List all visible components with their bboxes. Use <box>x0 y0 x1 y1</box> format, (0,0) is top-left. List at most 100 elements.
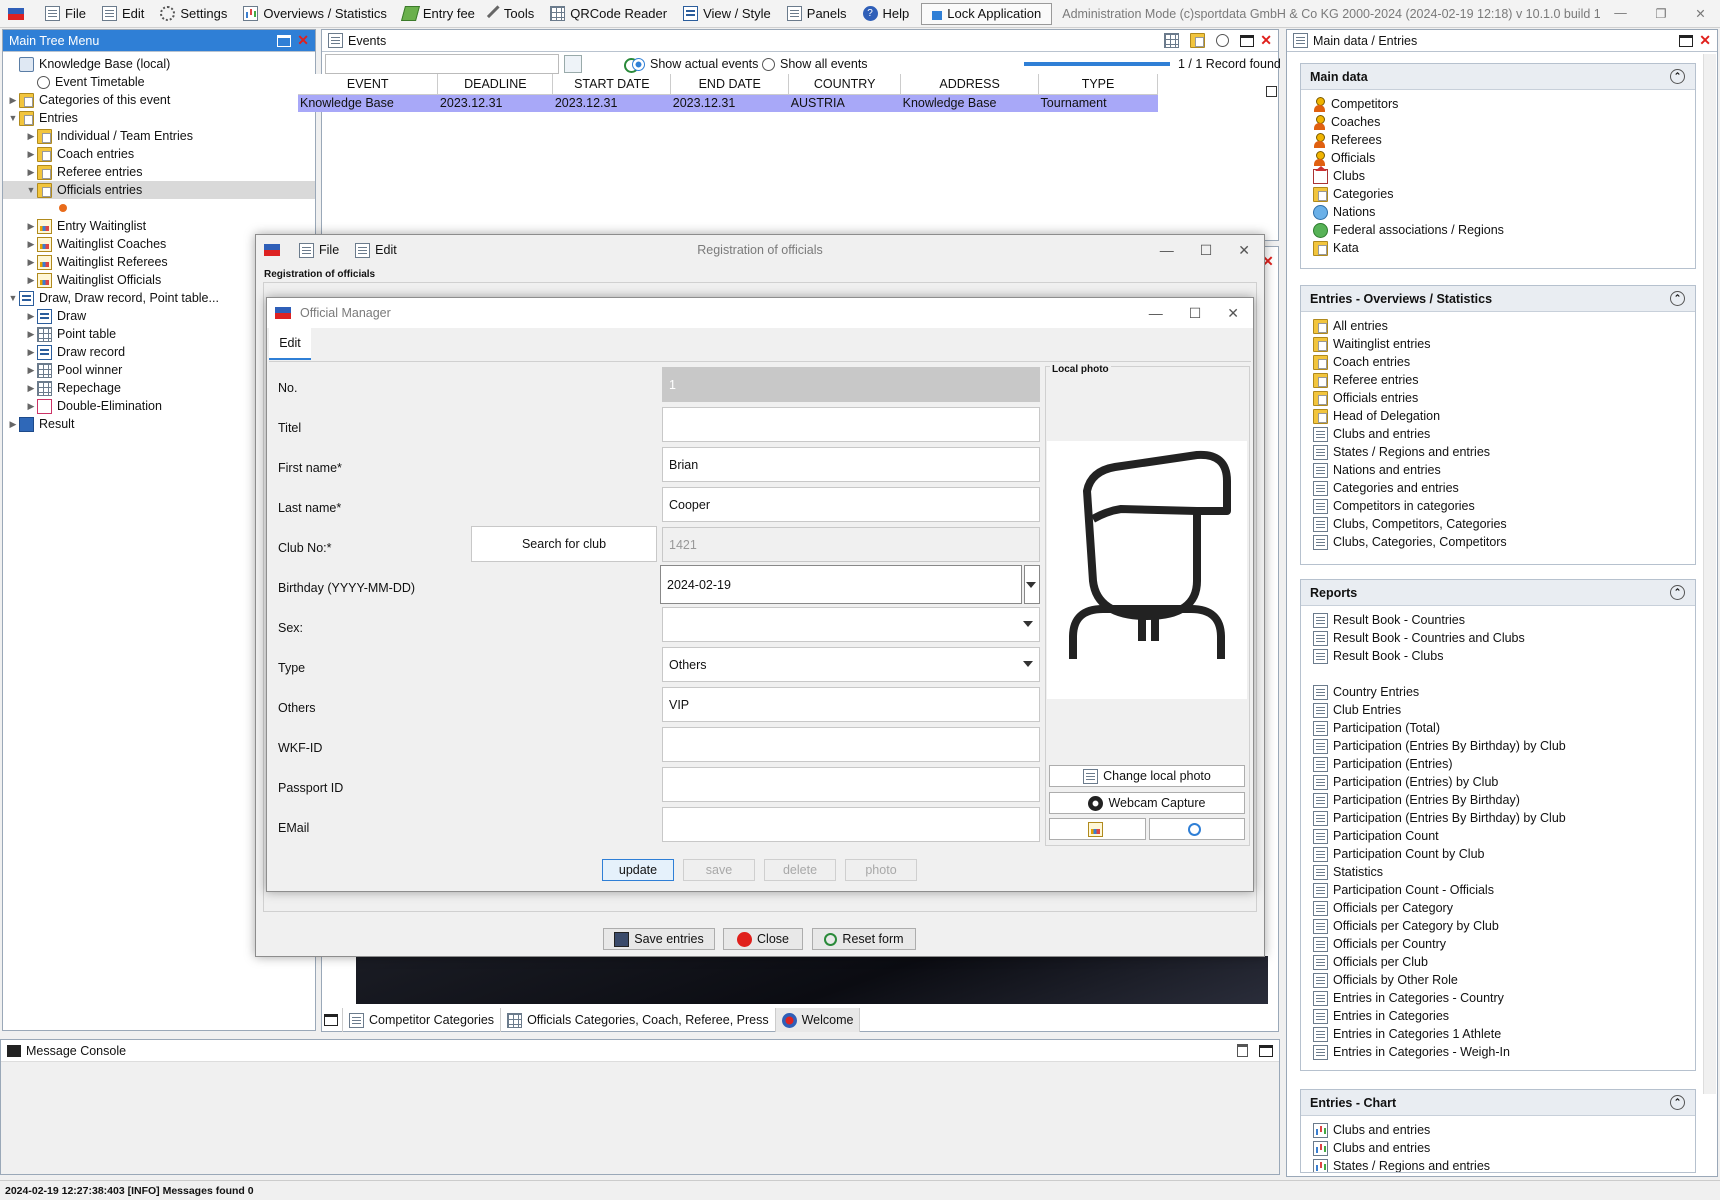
delete-button[interactable]: delete <box>764 859 836 881</box>
sidebar-item[interactable]: Waitinglist entries <box>1301 335 1695 353</box>
export-icon[interactable] <box>1164 33 1180 48</box>
column-header[interactable]: TYPE <box>1038 74 1158 95</box>
collapse-icon[interactable]: ⌃ <box>1670 1095 1685 1110</box>
maximize-icon[interactable] <box>1679 34 1694 47</box>
sidebar-item[interactable]: Competitors in categories <box>1301 497 1695 515</box>
close-button[interactable]: ✕ <box>1227 305 1239 322</box>
expand-arrow-right-icon[interactable]: ▶ <box>25 257 37 268</box>
tree-item[interactable]: ▼ Entries <box>3 109 315 127</box>
menu-file[interactable]: File <box>37 0 94 28</box>
expand-arrow-right-icon[interactable]: ▶ <box>25 239 37 250</box>
sex-input[interactable] <box>662 607 1040 642</box>
sidebar-item[interactable]: Entries in Categories - Weigh-In <box>1301 1043 1695 1061</box>
sidebar-item[interactable]: Nations and entries <box>1301 461 1695 479</box>
sidebar-item[interactable]: Officials entries <box>1301 389 1695 407</box>
sidebar-item[interactable]: Participation Count by Club <box>1301 845 1695 863</box>
window-close-button[interactable]: ✕ <box>1695 6 1705 21</box>
sidebar-item[interactable]: Participation (Total) <box>1301 719 1695 737</box>
chevron-down-icon[interactable] <box>1023 661 1033 667</box>
save-button[interactable]: save <box>683 859 755 881</box>
wkf-input[interactable] <box>662 727 1040 762</box>
sidebar-item[interactable]: Participation (Entries By Birthday) <box>1301 791 1695 809</box>
menu-qrcode[interactable]: QRCode Reader <box>542 0 675 28</box>
expand-arrow-right-icon[interactable]: ▶ <box>25 221 37 232</box>
expand-arrow-right-icon[interactable]: ▶ <box>25 311 37 322</box>
sidebar-item[interactable]: Clubs <box>1301 165 1695 185</box>
menu-help[interactable]: ? Help <box>855 0 918 28</box>
sidebar-item[interactable]: Categories <box>1301 185 1695 203</box>
tree-item[interactable]: ▶ Entry Waitinglist <box>3 217 315 235</box>
sidebar-item[interactable]: Participation Count <box>1301 827 1695 845</box>
section-overviews-header[interactable]: Entries - Overviews / Statistics ⌃ <box>1301 286 1695 312</box>
open-folder-icon[interactable] <box>1190 33 1206 48</box>
expand-arrow-down-icon[interactable]: ▼ <box>7 113 19 123</box>
sidebar-item[interactable]: Clubs and entries <box>1301 1121 1695 1139</box>
tab-officials-categories[interactable]: Officials Categories, Coach, Referee, Pr… <box>501 1008 776 1032</box>
change-local-photo-button[interactable]: Change local photo <box>1049 765 1245 787</box>
tab-competitor-categories[interactable]: Competitor Categories <box>343 1008 502 1032</box>
sidebar-item[interactable]: Clubs and entries <box>1301 425 1695 443</box>
expand-arrow-right-icon[interactable]: ▶ <box>25 347 37 358</box>
events-search-input[interactable] <box>325 54 559 74</box>
tree-item[interactable]: Knowledge Base (local) <box>3 55 315 73</box>
sidebar-item[interactable]: Competitors <box>1301 95 1695 113</box>
expand-arrow-right-icon[interactable]: ▶ <box>25 383 37 394</box>
menu-panels[interactable]: Panels <box>779 0 855 28</box>
column-header[interactable]: DEADLINE <box>437 74 554 95</box>
sidebar-item[interactable]: Referees <box>1301 131 1695 149</box>
registration-menu-file[interactable]: File <box>299 242 339 258</box>
window-restore-button[interactable]: ❐ <box>1655 6 1666 21</box>
sidebar-item[interactable]: All entries <box>1301 317 1695 335</box>
sidebar-item[interactable]: Referee entries <box>1301 371 1695 389</box>
expand-arrow-right-icon[interactable]: ▶ <box>25 329 37 340</box>
sidebar-item[interactable]: Statistics <box>1301 863 1695 881</box>
sidebar-item[interactable]: Participation (Entries) <box>1301 755 1695 773</box>
expand-arrow-right-icon[interactable]: ▶ <box>25 167 37 178</box>
expand-arrow-right-icon[interactable]: ▶ <box>25 149 37 160</box>
maximize-icon[interactable] <box>1240 34 1255 47</box>
expand-arrow-down-icon[interactable]: ▼ <box>7 293 19 303</box>
right-panel-scrollbar[interactable] <box>1703 54 1716 1094</box>
sidebar-item[interactable]: Officials <box>1301 149 1695 167</box>
tree-item[interactable]: ▶ Categories of this event <box>3 91 315 109</box>
titel-input[interactable] <box>662 407 1040 442</box>
passport-input[interactable] <box>662 767 1040 802</box>
minimize-button[interactable]: — <box>1160 242 1174 259</box>
expand-arrow-right-icon[interactable]: ▶ <box>25 275 37 286</box>
collapse-icon[interactable]: ⌃ <box>1670 585 1685 600</box>
section-reports-header[interactable]: Reports ⌃ <box>1301 580 1695 606</box>
history-icon[interactable] <box>1216 34 1230 47</box>
radio-show-all[interactable]: Show all events <box>762 57 868 71</box>
sidebar-item[interactable]: Head of Delegation <box>1301 407 1695 425</box>
sidebar-item[interactable]: Coach entries <box>1301 353 1695 371</box>
maximize-icon[interactable] <box>277 34 292 47</box>
webcam-capture-button[interactable]: Webcam Capture <box>1049 792 1245 814</box>
tree-item[interactable]: ▼ Officials entries <box>3 181 315 199</box>
close-icon[interactable]: ✕ <box>1260 32 1272 49</box>
column-header[interactable]: COUNTRY <box>788 74 902 95</box>
menu-entry-fee[interactable]: Entry fee <box>395 0 483 28</box>
trash-icon[interactable] <box>1237 1044 1248 1057</box>
tree-item[interactable]: ▶ Referee entries <box>3 163 315 181</box>
sidebar-item[interactable]: Officials per Club <box>1301 953 1695 971</box>
sidebar-item[interactable]: Federal associations / Regions <box>1301 221 1695 239</box>
tree-item[interactable]: ▶ Coach entries <box>3 145 315 163</box>
minimize-button[interactable]: — <box>1149 305 1163 322</box>
expand-arrow-right-icon[interactable]: ▶ <box>25 401 37 412</box>
close-icon[interactable]: ✕ <box>297 32 309 49</box>
sidebar-item[interactable]: Result Book - Clubs <box>1301 647 1695 665</box>
sidebar-item[interactable]: States / Regions and entries <box>1301 1157 1695 1172</box>
sidebar-item[interactable]: Entries in Categories <box>1301 1007 1695 1025</box>
sidebar-item[interactable]: Participation (Entries By Birthday) by C… <box>1301 809 1695 827</box>
sidebar-item[interactable]: Clubs, Competitors, Categories <box>1301 515 1695 533</box>
sidebar-item[interactable]: Entries in Categories 1 Athlete <box>1301 1025 1695 1043</box>
collapse-icon[interactable]: ⌃ <box>1670 291 1685 306</box>
menu-settings[interactable]: Settings <box>152 0 235 28</box>
reset-form-button[interactable]: Reset form <box>812 928 916 950</box>
sidebar-item[interactable]: Entries in Categories - Country <box>1301 989 1695 1007</box>
sidebar-item[interactable]: Officials by Other Role <box>1301 971 1695 989</box>
type-input[interactable]: Others <box>662 647 1040 682</box>
sidebar-item[interactable]: Country Entries <box>1301 683 1695 701</box>
expand-arrow-right-icon[interactable]: ▶ <box>7 419 19 430</box>
maximize-icon[interactable] <box>1259 1044 1273 1057</box>
